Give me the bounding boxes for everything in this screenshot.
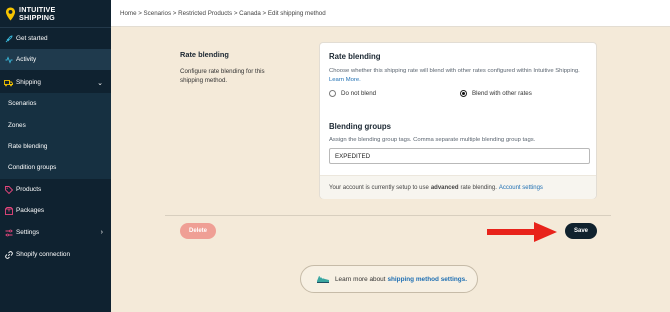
sidebar-item-label: Packages <box>16 207 45 214</box>
rocket-icon <box>4 34 13 43</box>
sidebar-item-packages[interactable]: Packages <box>0 200 111 221</box>
delete-button[interactable]: Delete <box>180 223 216 239</box>
learn-more-prefix: Learn more about <box>335 275 386 283</box>
radio-button-selected[interactable] <box>460 90 467 97</box>
activity-icon <box>4 55 13 64</box>
radio-button[interactable] <box>329 90 336 97</box>
breadcrumb[interactable]: Home > Scenarios > Restricted Products >… <box>120 10 326 17</box>
package-icon <box>4 206 13 215</box>
footer-bold: advanced <box>430 184 459 191</box>
card-description-text: Choose whether this shipping rate will b… <box>329 68 580 74</box>
radio-do-not-blend[interactable]: Do not blend <box>329 90 376 97</box>
save-button[interactable]: Save <box>565 223 597 239</box>
sneaker-icon <box>317 276 329 283</box>
radio-blend-with-other-rates[interactable]: Blend with other rates <box>460 90 532 97</box>
blending-groups-title: Blending groups <box>329 122 391 131</box>
blending-groups-description: Assign the blending group tags. Comma se… <box>329 137 536 143</box>
sidebar-item-shopify-connection[interactable]: Shopify connection <box>0 244 111 265</box>
blending-groups-input[interactable] <box>329 148 590 164</box>
sidebar-item-products[interactable]: Products <box>0 179 111 200</box>
link-icon <box>4 250 13 259</box>
learn-more-box[interactable]: Learn more about shipping method setting… <box>300 265 478 293</box>
sidebar-item-label: Rate blending <box>8 143 48 150</box>
tag-icon <box>4 185 13 194</box>
sidebar-item-label: Products <box>16 186 42 193</box>
account-settings-link[interactable]: Account settings <box>499 185 543 191</box>
brand-logo[interactable]: INTUITIVE SHIPPING <box>0 0 111 28</box>
sidebar-item-get-started[interactable]: Get started <box>0 28 111 49</box>
footer-prefix: Your account is currently setup to use <box>329 184 429 191</box>
card-description: Choose whether this shipping rate will b… <box>329 67 594 84</box>
chevron-down-icon: ⌄ <box>97 79 103 87</box>
radio-label: Blend with other rates <box>472 90 532 97</box>
sidebar-item-settings[interactable]: Settings › <box>0 222 111 243</box>
sidebar-item-label: Shopify connection <box>16 251 71 258</box>
sidebar-item-activity[interactable]: Activity <box>0 49 111 70</box>
footer-middle: rate blending. <box>460 184 497 191</box>
sidebar-item-scenarios[interactable]: Scenarios <box>0 93 111 114</box>
sidebar-item-label: Get started <box>16 35 48 42</box>
section-title: Rate blending <box>180 50 229 59</box>
radio-label: Do not blend <box>341 90 377 97</box>
sidebar-item-label: Condition groups <box>8 164 57 171</box>
sidebar-item-label: Activity <box>16 56 37 63</box>
sidebar-item-condition-groups[interactable]: Condition groups <box>0 157 111 178</box>
sidebar-item-label: Zones <box>8 122 26 129</box>
sidebar: INTUITIVE SHIPPING Get started Activity … <box>0 0 111 312</box>
sidebar-item-label: Settings <box>16 229 40 236</box>
top-bar: Home > Scenarios > Restricted Products >… <box>111 0 670 27</box>
card-footer: Your account is currently setup to use a… <box>320 175 596 199</box>
card-title: Rate blending <box>329 52 381 61</box>
sidebar-item-label: Shipping <box>16 79 41 86</box>
sidebar-item-rate-blending[interactable]: Rate blending <box>0 136 111 157</box>
brand-line-2: SHIPPING <box>19 12 55 22</box>
sidebar-item-shipping[interactable]: Shipping ⌄ <box>0 72 111 93</box>
sliders-icon <box>4 228 13 237</box>
truck-icon <box>4 78 13 87</box>
red-arrow-icon <box>487 222 557 242</box>
sidebar-item-zones[interactable]: Zones <box>0 115 111 136</box>
learn-more-link[interactable]: Learn More. <box>329 77 361 83</box>
rate-blending-card: Rate blending Choose whether this shippi… <box>319 42 597 199</box>
sidebar-item-label: Scenarios <box>8 100 37 107</box>
location-pin-icon <box>5 6 16 21</box>
section-description: Configure rate blending for this shippin… <box>180 68 265 84</box>
shipping-method-settings-link[interactable]: shipping method settings. <box>387 276 467 283</box>
divider <box>165 215 611 216</box>
chevron-right-icon: › <box>100 229 103 236</box>
